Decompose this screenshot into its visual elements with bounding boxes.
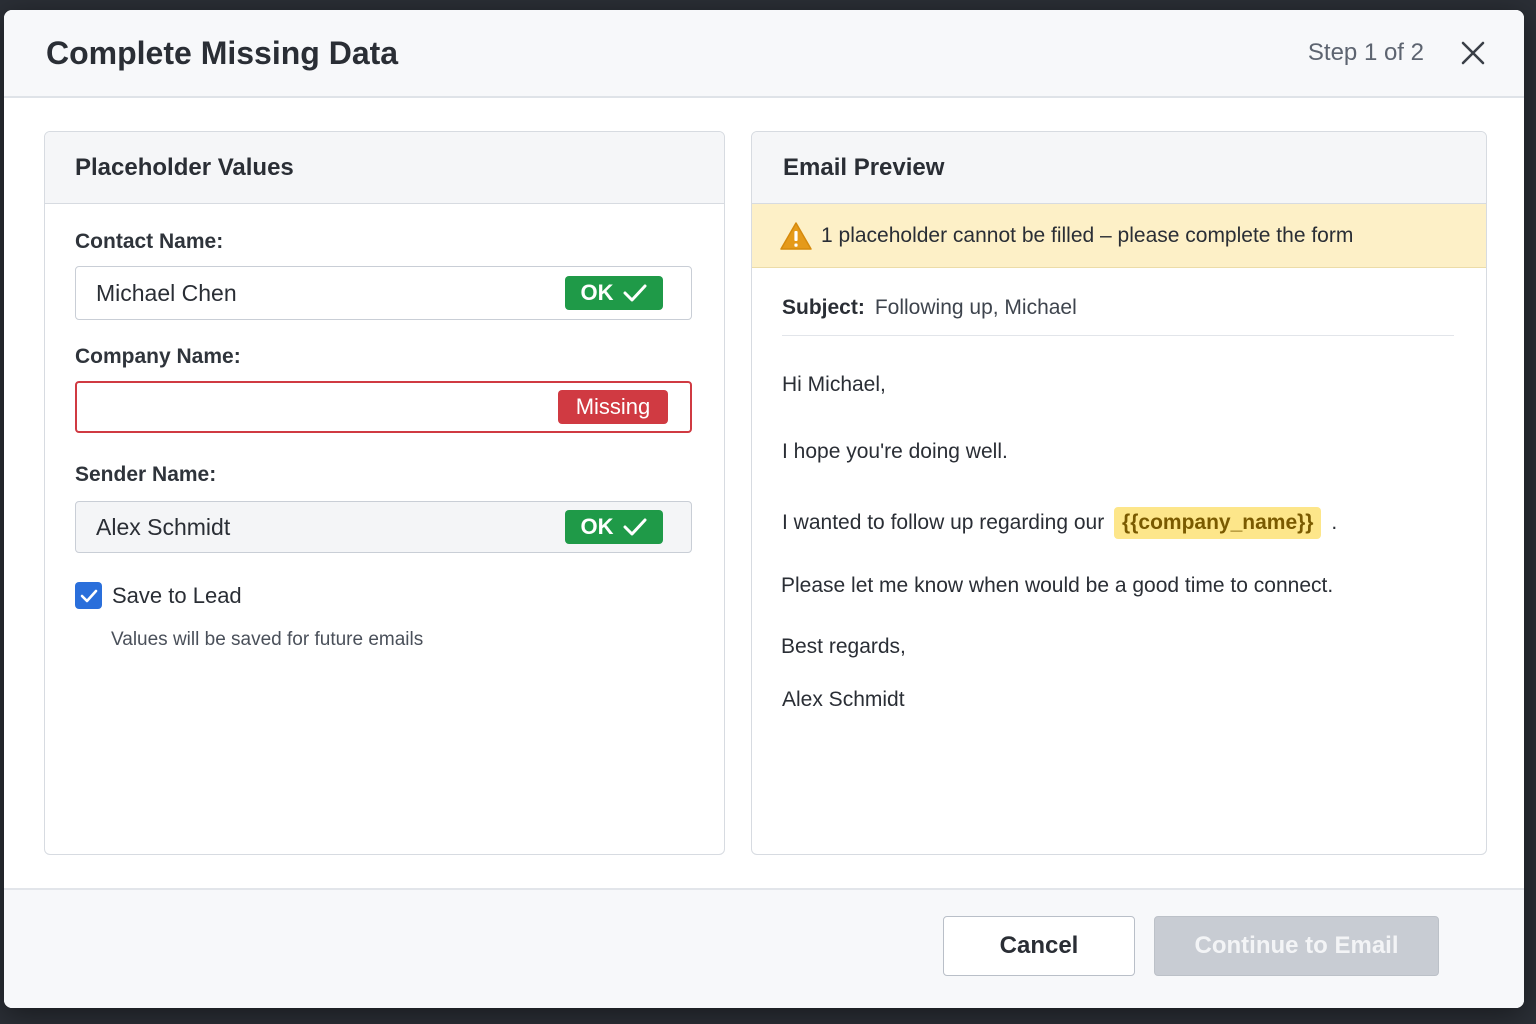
save-to-lead-label: Save to Lead (112, 582, 242, 608)
email-greeting: Hi Michael, (782, 373, 886, 396)
placeholder-values-panel: Placeholder Values Contact Name: Michael… (44, 131, 725, 855)
contact-name-value: Michael Chen (96, 279, 237, 306)
email-line-1: I hope you're doing well. (782, 440, 1008, 463)
modal-title: Complete Missing Data (46, 34, 399, 71)
modal-dialog: Complete Missing Data Step 1 of 2 Placeh… (4, 10, 1524, 1008)
email-line-2: I wanted to follow up regarding our {{co… (782, 507, 1337, 539)
modal-header: Complete Missing Data Step 1 of 2 (4, 10, 1524, 98)
company-name-field[interactable]: Missing (75, 381, 692, 433)
email-line-3: Please let me know when would be a good … (781, 574, 1334, 597)
email-preview-title: Email Preview (752, 132, 1486, 204)
company-name-placeholder-chip: {{company_name}} (1114, 507, 1322, 539)
sender-name-value: Alex Schmidt (96, 513, 231, 540)
sender-name-field[interactable]: Alex Schmidt OK (75, 501, 692, 553)
subject-label: Subject: (782, 296, 865, 319)
sender-name-status: OK (580, 514, 614, 539)
contact-name-field[interactable]: Michael Chen OK (75, 266, 692, 320)
checkmark-icon (623, 284, 646, 302)
email-line-2-end: . (1331, 511, 1338, 534)
subject-value: Following up, Michael (874, 296, 1077, 319)
email-line-2-text: I wanted to follow up regarding our (782, 511, 1105, 534)
checkmark-icon (623, 518, 646, 536)
email-preview-panel: Email Preview 1 placeholder cannot be fi… (751, 131, 1487, 855)
save-hint-text: Values will be saved for future emails (111, 629, 424, 650)
contact-name-ok-badge: OK (565, 276, 663, 310)
company-name-missing-badge: Missing (558, 390, 668, 424)
email-signoff: Best regards, (781, 635, 906, 658)
close-icon (1461, 41, 1485, 65)
company-name-label: Company Name: (75, 345, 241, 368)
placeholder-values-title: Placeholder Values (45, 132, 724, 204)
email-signature: Alex Schmidt (782, 688, 905, 711)
contact-name-label: Contact Name: (75, 230, 224, 253)
save-to-lead-row[interactable]: Save to Lead (75, 582, 242, 609)
subject-row: Subject: Following up, Michael (782, 282, 1454, 336)
modal-footer: Cancel Continue to Email (4, 888, 1524, 1008)
email-subject-container: Subject: Following up, Michael (782, 282, 1454, 336)
checkmark-icon (80, 589, 97, 602)
warning-banner: 1 placeholder cannot be filled – please … (752, 204, 1486, 268)
sender-name-ok-badge: OK (565, 510, 663, 544)
save-to-lead-checkbox[interactable] (75, 582, 102, 609)
header-right: Step 1 of 2 (1308, 38, 1488, 68)
sender-name-label: Sender Name: (75, 463, 217, 486)
continue-to-email-button[interactable]: Continue to Email (1154, 916, 1439, 976)
step-indicator: Step 1 of 2 (1307, 39, 1424, 66)
warning-triangle-icon (780, 221, 812, 250)
warning-text: 1 placeholder cannot be filled – please … (821, 223, 1354, 247)
contact-name-status: OK (580, 280, 614, 305)
close-button[interactable] (1458, 38, 1488, 68)
cancel-button[interactable]: Cancel (943, 916, 1135, 976)
